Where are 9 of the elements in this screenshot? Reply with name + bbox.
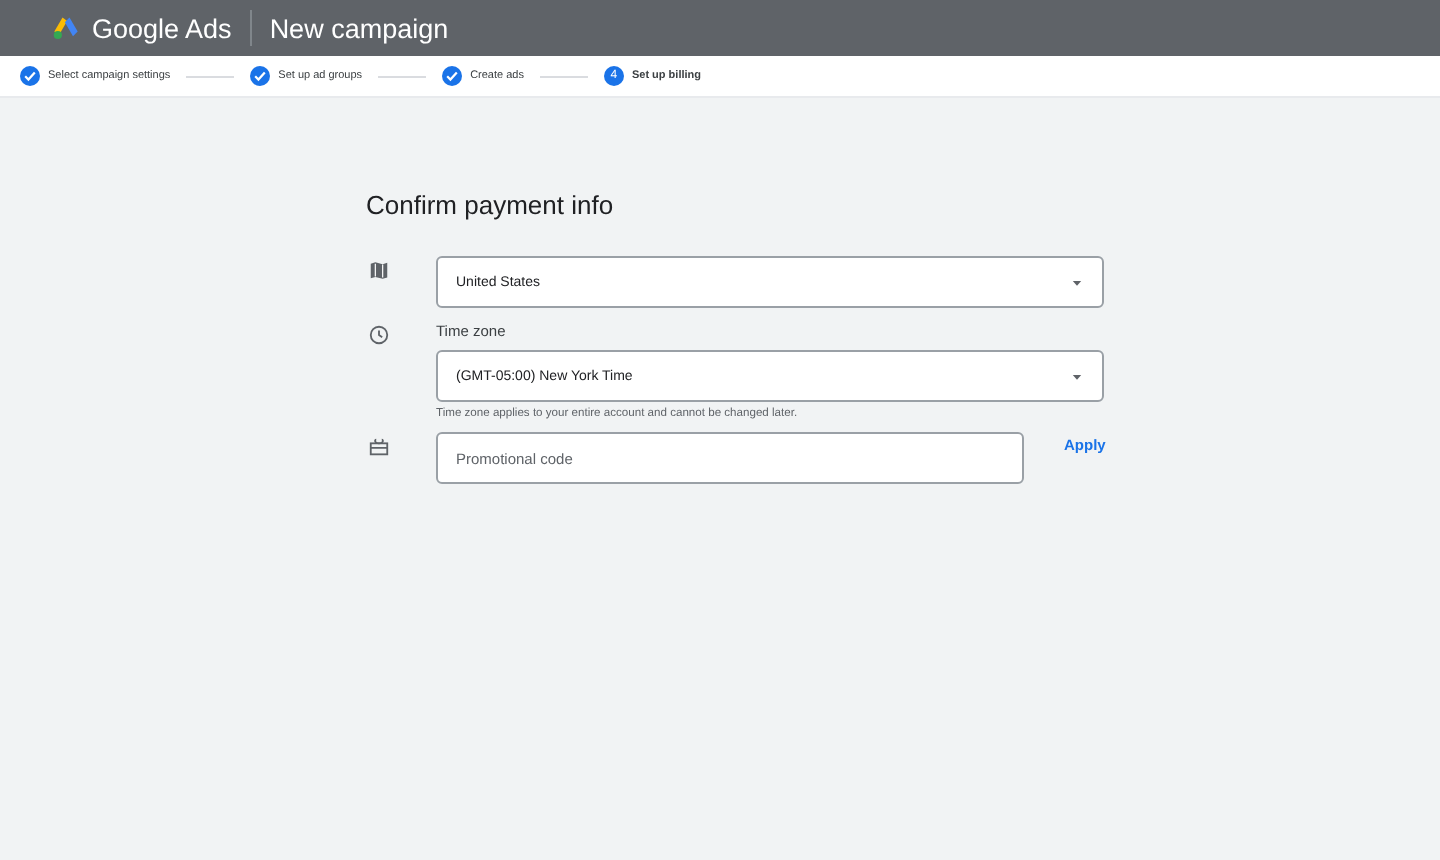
clock-icon	[368, 324, 390, 346]
gift-icon	[368, 436, 390, 458]
dropdown-arrow-icon[interactable]	[1070, 369, 1084, 383]
map-icon	[368, 260, 390, 282]
dropdown-arrow-icon[interactable]	[1070, 275, 1084, 289]
product-name: Google Ads	[92, 13, 232, 43]
logo-icon	[52, 14, 80, 42]
page-title: New campaign	[269, 13, 449, 43]
form-title: Confirm payment info	[366, 190, 616, 220]
